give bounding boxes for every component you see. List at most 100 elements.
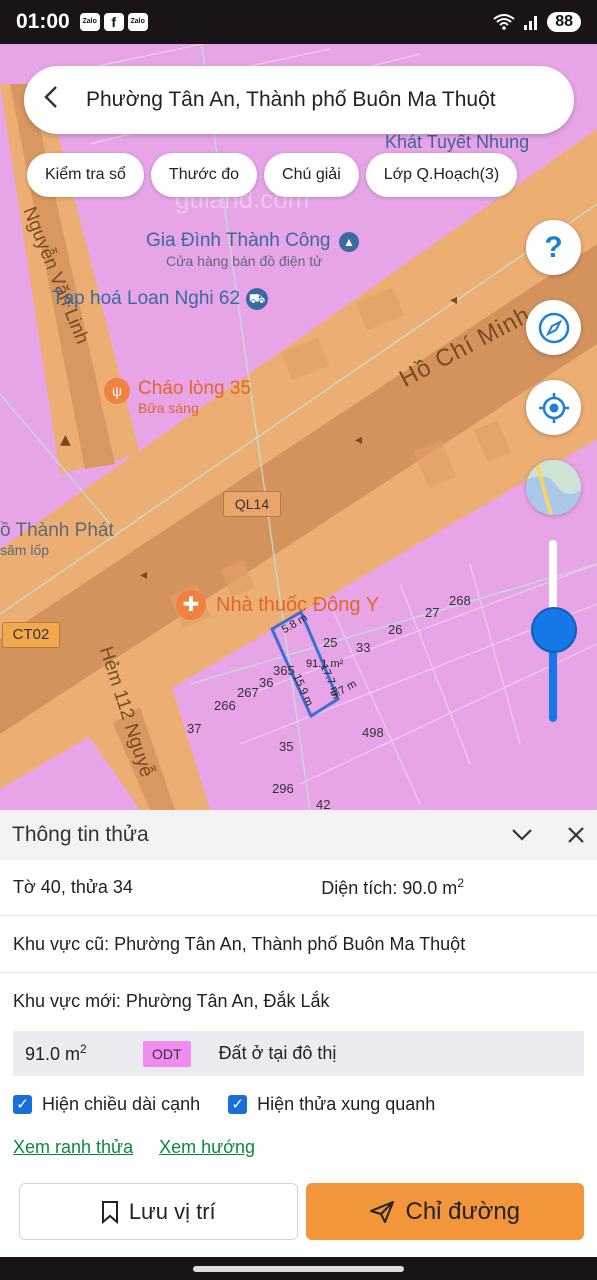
show-neighbor-parcels-toggle[interactable]: ✓ Hiện thửa xung quanh: [228, 1094, 435, 1115]
panel-title: Thông tin thửa: [12, 823, 149, 846]
wifi-icon: [493, 14, 515, 30]
shop-icon: ▲: [338, 232, 359, 252]
parcel-number: 296: [272, 781, 294, 796]
bookmark-icon: [101, 1200, 118, 1224]
svg-text:◂: ◂: [450, 292, 457, 308]
battery-indicator: 88: [547, 12, 581, 32]
parcel-area-text: Diện tích: 90.0 m: [321, 878, 458, 898]
parcel-number: 35: [279, 739, 294, 754]
compass-button[interactable]: [526, 300, 581, 355]
parcel-number: 267: [237, 685, 259, 700]
poi-sublabel: săm lốp: [0, 542, 50, 558]
poi-label: Gia Đình Thành Công: [146, 230, 331, 251]
view-direction-link[interactable]: Xem hướng: [159, 1137, 255, 1158]
chip-ruler[interactable]: Thước đo: [150, 153, 258, 197]
tool-chips: Kiểm tra sổ Thước đo Chú giải Lớp Q.Hoạc…: [27, 153, 518, 197]
checkbox-label: Hiện chiều dài cạnh: [42, 1093, 201, 1114]
location-search-bar[interactable]: Phường Tân An, Thành phố Buôn Ma Thuột: [24, 66, 574, 134]
crosshair-icon: [538, 392, 569, 423]
save-location-label: Lưu vị trí: [128, 1198, 216, 1224]
svg-text:◂: ◂: [140, 567, 147, 583]
land-use-description: Đất ở tại đô thị: [218, 1043, 337, 1063]
chip-planning-layer[interactable]: Lớp Q.Hoạch(3): [365, 153, 518, 197]
directions-button[interactable]: Chỉ đường: [305, 1183, 584, 1240]
poi-sublabel: Cửa hàng bán đồ điện tử: [166, 253, 323, 269]
road-badge-ql14: QL14: [223, 491, 281, 517]
map-type-icon: [526, 460, 581, 515]
poi-sublabel: Bữa sáng: [138, 400, 199, 416]
display-options: ✓ Hiện chiều dài cạnh ✓ Hiện thửa xung q…: [0, 1076, 597, 1132]
poi-thanh-phat: ồ Thành Phát săm lốp: [0, 520, 114, 558]
land-use-area-text: 91.0 m: [25, 1044, 81, 1064]
chip-legend[interactable]: Chú giải: [264, 153, 359, 197]
status-indicators: 88: [493, 12, 581, 32]
facebook-icon: f: [103, 13, 124, 31]
checkbox-checked-icon[interactable]: ✓: [13, 1094, 32, 1114]
parcel-area: Diện tích: 90.0 m2: [321, 876, 464, 899]
close-icon[interactable]: [567, 820, 585, 851]
view-boundary-link[interactable]: Xem ranh thửa: [13, 1137, 133, 1158]
new-area-row: Khu vực mới: Phường Tân An, Đắk Lắk: [0, 973, 597, 1030]
save-location-button[interactable]: Lưu vị trí: [19, 1183, 298, 1240]
home-gesture-pill[interactable]: [193, 1266, 404, 1272]
parcel-number: 268: [449, 593, 471, 608]
parcel-number: 27: [425, 605, 440, 620]
question-icon: ?: [544, 230, 563, 264]
land-use-code-badge: ODT: [143, 1040, 191, 1067]
help-button[interactable]: ?: [526, 220, 581, 275]
poi-gia-dinh-thanh-cong[interactable]: Gia Đình Thành Công ▲ Cửa hàng bán đồ đi…: [146, 230, 359, 269]
pharmacy-icon: ✚: [176, 590, 206, 620]
road-badge-ct02: CT02: [2, 622, 60, 648]
land-use-area: 91.0 m2: [25, 1042, 143, 1065]
chip-check-book[interactable]: Kiểm tra sổ: [27, 153, 144, 197]
status-time: 01:00: [16, 10, 70, 33]
checkbox-checked-icon[interactable]: ✓: [228, 1094, 248, 1114]
food-icon: ψ: [104, 378, 130, 404]
signal-icon: [524, 16, 538, 30]
parcel-number: 37: [187, 721, 202, 736]
poi-label: Nhà thuốc Đông Y: [216, 593, 380, 616]
show-edge-length-toggle[interactable]: ✓ Hiện chiều dài cạnh: [13, 1094, 200, 1115]
old-area-text: Khu vực cũ: Phường Tân An, Thành phố Buô…: [13, 933, 466, 954]
land-use-area-sup: 2: [80, 1042, 87, 1056]
system-nav-bar: [0, 1257, 597, 1280]
zoom-slider-handle[interactable]: [531, 607, 577, 653]
back-arrow-icon[interactable]: [44, 84, 68, 116]
parcel-summary-row: Tờ 40, thửa 34 Diện tích: 90.0 m2: [0, 860, 597, 916]
poi-tap-hoa[interactable]: Tạp hoá Loan Nghi 62 ⛟: [52, 288, 269, 310]
panel-links: Xem ranh thửa Xem hướng: [0, 1132, 597, 1162]
poi-nha-thuoc[interactable]: ✚ Nhà thuốc Đông Y: [176, 590, 379, 620]
poi-label: ồ Thành Phát: [0, 520, 114, 541]
land-use-row: 91.0 m2 ODT Đất ở tại đô thị: [13, 1031, 584, 1076]
panel-header: Thông tin thửa: [0, 810, 597, 860]
parcel-number: 36: [259, 675, 274, 690]
send-icon: [370, 1200, 395, 1223]
svg-text:◂: ◂: [355, 432, 362, 448]
chevron-down-icon[interactable]: [511, 822, 533, 848]
poi-khat-tuyet-nhung: Khát Tuyết Nhung: [385, 132, 530, 152]
zalo-icon: Zalo: [127, 13, 148, 31]
parcel-number: 42: [316, 797, 331, 810]
parcel-number: 498: [362, 725, 384, 740]
checkbox-label: Hiện thửa xung quanh: [257, 1093, 436, 1114]
parcel-info-panel: Thông tin thửa Tờ 40, thửa 34 Diện tích:…: [0, 810, 597, 1260]
parcel-number: 33: [356, 640, 371, 655]
parcel-number: 25: [323, 635, 338, 650]
map-layer-button[interactable]: [526, 460, 581, 515]
location-title: Phường Tân An, Thành phố Buôn Ma Thuột: [86, 88, 496, 111]
cart-icon: ⛟: [246, 288, 269, 310]
zalo-icon: Zalo: [79, 13, 100, 31]
parcel-number: 266: [214, 698, 236, 713]
poi-label: Tạp hoá Loan Nghi 62: [52, 288, 241, 309]
old-area-row: Khu vực cũ: Phường Tân An, Thành phố Buô…: [0, 916, 597, 973]
poi-chao-long[interactable]: ψ Cháo lòng 35 Bữa sáng: [104, 378, 251, 416]
new-area-text: Khu vực mới: Phường Tân An, Đắk Lắk: [13, 991, 330, 1011]
status-bar: 01:00 Zalo f Zalo 88: [0, 0, 597, 44]
parcel-number: 26: [388, 622, 403, 637]
parcel-area-unit-sup: 2: [457, 876, 464, 890]
panel-actions: Lưu vị trí Chỉ đường: [0, 1183, 597, 1240]
svg-text:▲: ▲: [60, 432, 71, 448]
poi-label: Cháo lòng 35: [138, 378, 252, 399]
sheet-parcel-number: Tờ 40, thửa 34: [13, 877, 133, 897]
my-location-button[interactable]: [526, 380, 581, 435]
